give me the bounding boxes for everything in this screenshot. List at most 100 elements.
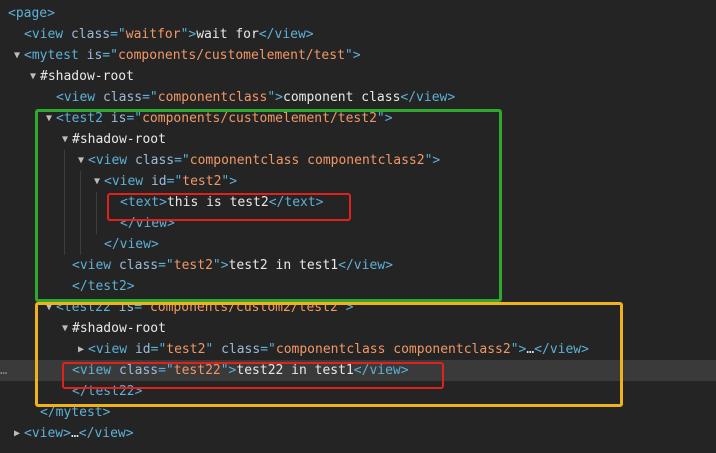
dom-tree-row[interactable]: </view> — [0, 213, 716, 234]
markup-token-val: componentclass componentclass2 — [189, 153, 425, 168]
markup-token-tag: </view> — [104, 237, 159, 252]
dom-tree-row[interactable]: ▼ <test22 is="components/custom2/test2"> — [0, 297, 716, 318]
markup-token-tag: =" — [126, 111, 143, 126]
node-markup: <text>this is test2</text> — [120, 192, 324, 213]
indent-guide — [64, 150, 65, 255]
node-markup: <test2 is="components/customelement/test… — [56, 108, 393, 129]
collapsed-triangle-icon[interactable]: ▶ — [12, 423, 22, 444]
markup-token-tag: =" — [150, 342, 167, 357]
markup-token-root: #shadow-root — [40, 69, 134, 84]
node-markup: <view>…</view> — [24, 423, 134, 444]
markup-token-attr: class — [118, 363, 159, 378]
expand-triangle-icon[interactable]: ▼ — [44, 108, 54, 129]
markup-token-tag: <test2 — [56, 111, 111, 126]
node-markup: #shadow-root — [40, 66, 134, 87]
markup-token-tag: =" — [102, 48, 118, 63]
markup-token-val: test2 — [182, 174, 222, 189]
markup-token-root: #shadow-root — [72, 321, 166, 336]
dom-tree-row[interactable]: </view> — [0, 234, 716, 255]
node-markup: #shadow-root — [72, 318, 166, 339]
markup-token-attr: class — [221, 342, 261, 357]
dom-tree-row[interactable]: <page> — [0, 3, 716, 24]
markup-token-attr: id — [134, 342, 151, 357]
dom-tree-row[interactable]: … <view class="test22">test22 in test1</v… — [0, 360, 716, 381]
node-markup: </test2> — [72, 276, 135, 297]
markup-token-val: components/custom2/test2 — [149, 300, 338, 315]
node-markup: </view> — [104, 234, 159, 255]
dom-tree-row[interactable]: ▼ <mytest is="components/customelement/te… — [0, 45, 716, 66]
markup-token-tag: </view> — [353, 363, 409, 378]
node-markup: </view> — [120, 213, 175, 234]
markup-token-tag: =" — [158, 258, 174, 273]
dom-tree-row[interactable]: ▼ <view class="componentclass componentcl… — [0, 150, 716, 171]
expand-triangle-icon[interactable]: ▼ — [12, 45, 22, 66]
node-markup: <view class="test2">test2 in test1</view… — [72, 255, 393, 276]
markup-token-txt: test2 in test1 — [228, 258, 339, 273]
markup-token-tag: <text> — [120, 195, 167, 210]
node-markup: <view id="test2" class="componentclass c… — [88, 339, 589, 360]
markup-token-tag: "> — [344, 48, 361, 63]
markup-token-val: componentclass componentclass2 — [275, 342, 511, 357]
markup-token-tag: <view — [88, 342, 135, 357]
dom-tree-row[interactable]: ▼ #shadow-root — [0, 129, 716, 150]
dom-tree-row[interactable]: </mytest> — [0, 402, 716, 423]
markup-token-tag: =" — [142, 90, 158, 105]
dom-tree-row[interactable]: ▼ <test2 is="components/customelement/tes… — [0, 108, 716, 129]
dom-tree-row[interactable]: ▶ <view>…</view> — [0, 423, 716, 444]
markup-token-tag: <test22 — [56, 300, 119, 315]
expand-triangle-icon[interactable]: ▼ — [92, 171, 102, 192]
markup-token-tag: </test2> — [72, 279, 135, 294]
dom-tree-row[interactable]: ▼ <view id="test2"> — [0, 171, 716, 192]
markup-token-txt: wait for — [196, 27, 259, 42]
markup-token-tag: "> — [220, 363, 237, 378]
markup-token-val: components/customelement/test — [117, 48, 345, 63]
markup-token-txt: this is test2 — [166, 195, 269, 210]
markup-token-tag: "> — [221, 174, 238, 189]
markup-token-tag: "> — [180, 27, 197, 42]
markup-token-attr: class — [102, 90, 143, 105]
dom-tree-row[interactable]: <view class="componentclass">component c… — [0, 87, 716, 108]
dom-tree-row[interactable]: <view class="waitfor">wait for</view> — [0, 24, 716, 45]
markup-token-val: components/customelement/test2 — [142, 111, 377, 126]
dom-tree-row[interactable]: <text>this is test2</text> — [0, 192, 716, 213]
markup-token-tag: =" — [260, 342, 276, 357]
expand-triangle-icon[interactable]: ▼ — [44, 297, 54, 318]
node-markup: </mytest> — [40, 402, 110, 423]
dom-tree-row[interactable]: ▼ #shadow-root — [0, 318, 716, 339]
indent-guide — [96, 192, 97, 234]
dom-tree-row[interactable]: </test2> — [0, 276, 716, 297]
markup-token-tag: <view — [24, 27, 71, 42]
dom-tree-row[interactable]: ▶ <view id="test2" class="componentclass … — [0, 339, 716, 360]
expand-triangle-icon[interactable]: ▼ — [76, 150, 86, 171]
expand-triangle-icon[interactable]: ▼ — [60, 318, 70, 339]
markup-token-val: test22 — [173, 363, 221, 378]
markup-token-attr: is — [110, 111, 127, 126]
dom-tree-row[interactable]: </test22> — [0, 381, 716, 402]
markup-token-txt: test22 in test1 — [236, 363, 354, 378]
markup-token-tag: </text> — [268, 195, 324, 210]
expand-triangle-icon[interactable]: ▼ — [28, 66, 38, 87]
markup-token-attr: class — [134, 153, 175, 168]
markup-token-attr: class — [70, 27, 111, 42]
node-markup: #shadow-root — [72, 129, 166, 150]
dom-tree-row[interactable]: <view class="test2">test2 in test1</view… — [0, 255, 716, 276]
markup-token-tag: =" — [134, 300, 150, 315]
markup-token-tag: "> — [337, 300, 354, 315]
markup-token-val: test2 — [166, 342, 206, 357]
markup-token-txt: … — [526, 342, 535, 357]
markup-token-tag: <view> — [24, 426, 71, 441]
expand-triangle-icon[interactable]: ▼ — [60, 129, 70, 150]
markup-token-tag: "> — [212, 258, 229, 273]
markup-token-tag: </view> — [338, 258, 393, 273]
more-options-icon[interactable]: … — [0, 360, 7, 381]
markup-token-tag: " — [205, 342, 222, 357]
dom-tree-row[interactable]: ▼ #shadow-root — [0, 66, 716, 87]
markup-token-tag: <mytest — [24, 48, 87, 63]
collapsed-triangle-icon[interactable]: ▶ — [76, 339, 86, 360]
node-markup: <view id="test2"> — [104, 171, 237, 192]
markup-token-tag: "> — [424, 153, 441, 168]
markup-token-tag: <view — [88, 153, 135, 168]
indent-guide — [80, 171, 81, 255]
markup-token-tag: <view — [72, 258, 119, 273]
markup-token-txt: … — [70, 426, 79, 441]
